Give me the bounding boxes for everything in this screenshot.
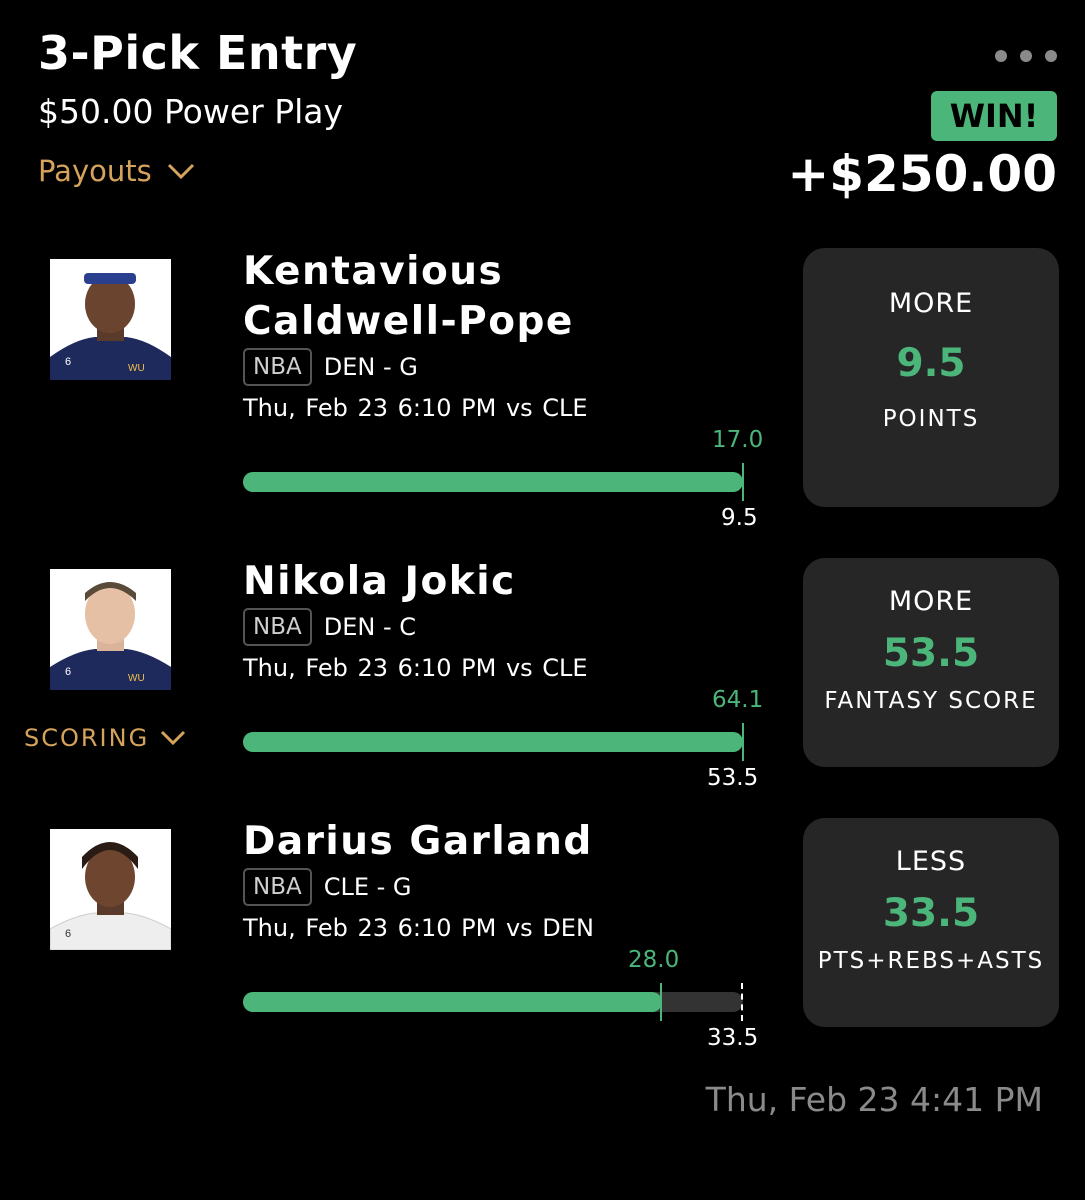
choice-direction: MORE (888, 586, 974, 617)
progress-fill (243, 732, 743, 752)
line-value: 33.5 (707, 1025, 759, 1051)
pick-choice-card[interactable]: MORE 53.5 FANTASY SCORE (803, 558, 1059, 767)
progress-fill (243, 472, 743, 492)
actual-value: 17.0 (712, 427, 764, 453)
pick-choice-card[interactable]: LESS 33.5 PTS+REBS+ASTS (803, 818, 1059, 1027)
svg-text:6: 6 (65, 356, 71, 368)
line-marker (741, 983, 743, 1021)
entry-title: 3-Pick Entry (38, 26, 358, 80)
status-badge: WIN! (931, 91, 1057, 141)
more-options-icon[interactable] (995, 50, 1057, 62)
actual-value: 28.0 (628, 947, 680, 973)
pick-choice-card[interactable]: MORE 9.5 POINTS (803, 248, 1059, 507)
player-avatar: 6 (50, 829, 171, 950)
pick-row: 6 WU Nikola Jokic NBA DEN - C Thu, Feb 2… (0, 557, 1085, 817)
game-time: Thu, Feb 23 6:10 PM vs CLE (243, 394, 588, 422)
team-position: CLE - G (323, 873, 412, 901)
player-avatar: 6 WU (50, 569, 171, 690)
game-time: Thu, Feb 23 6:10 PM vs CLE (243, 654, 588, 682)
entry-subtitle: $50.00 Power Play (38, 92, 344, 131)
pick-row: 6 Darius Garland NBA CLE - G Thu, Feb 23… (0, 817, 1085, 1077)
line-marker (742, 463, 744, 501)
player-photo-icon: 6 WU (50, 259, 171, 380)
progress-bar (243, 472, 743, 492)
team-position: DEN - G (323, 353, 418, 381)
player-photo-icon: 6 (50, 829, 171, 950)
payout-amount: +$250.00 (787, 145, 1057, 203)
svg-text:WU: WU (128, 363, 145, 374)
player-photo-icon: 6 WU (50, 569, 171, 690)
league-tag: NBA (243, 868, 312, 906)
progress-bar (243, 732, 743, 752)
scoring-toggle[interactable]: SCORING (24, 724, 187, 752)
svg-text:WU: WU (128, 673, 145, 684)
player-avatar: 6 WU (50, 259, 171, 380)
line-value: 53.5 (707, 765, 759, 791)
player-meta: NBA CLE - G (243, 868, 412, 906)
league-tag: NBA (243, 608, 312, 646)
chevron-down-icon (161, 730, 186, 746)
choice-line: 33.5 (882, 891, 980, 936)
svg-text:6: 6 (65, 666, 71, 678)
svg-text:6: 6 (65, 928, 71, 940)
player-meta: NBA DEN - G (243, 348, 418, 386)
line-value: 9.5 (721, 505, 758, 531)
player-name: Darius Garland (243, 819, 593, 864)
player-meta: NBA DEN - C (243, 608, 416, 646)
entry-timestamp: Thu, Feb 23 4:41 PM (705, 1080, 1043, 1119)
choice-stat: POINTS (882, 406, 980, 432)
actual-value: 64.1 (712, 687, 764, 713)
player-name: Kentavious Caldwell-Pope (243, 249, 574, 344)
league-tag: NBA (243, 348, 312, 386)
game-time: Thu, Feb 23 6:10 PM vs DEN (243, 914, 594, 942)
choice-direction: MORE (888, 288, 974, 319)
choice-stat: PTS+REBS+ASTS (817, 948, 1045, 974)
player-name: Nikola Jokic (243, 559, 516, 604)
chevron-down-icon (167, 163, 194, 180)
choice-line: 9.5 (896, 341, 966, 386)
actual-marker (660, 983, 662, 1021)
team-position: DEN - C (323, 613, 416, 641)
choice-line: 53.5 (882, 631, 980, 676)
choice-direction: LESS (895, 846, 967, 877)
pick-row: 6 WU Kentavious Caldwell-Pope NBA DEN - … (0, 247, 1085, 531)
payouts-toggle[interactable]: Payouts (38, 154, 196, 188)
payouts-label: Payouts (38, 154, 152, 188)
choice-stat: FANTASY SCORE (824, 688, 1038, 714)
line-marker (742, 723, 744, 761)
scoring-label: SCORING (24, 724, 150, 752)
progress-bar (243, 992, 743, 1012)
progress-fill (243, 992, 662, 1012)
